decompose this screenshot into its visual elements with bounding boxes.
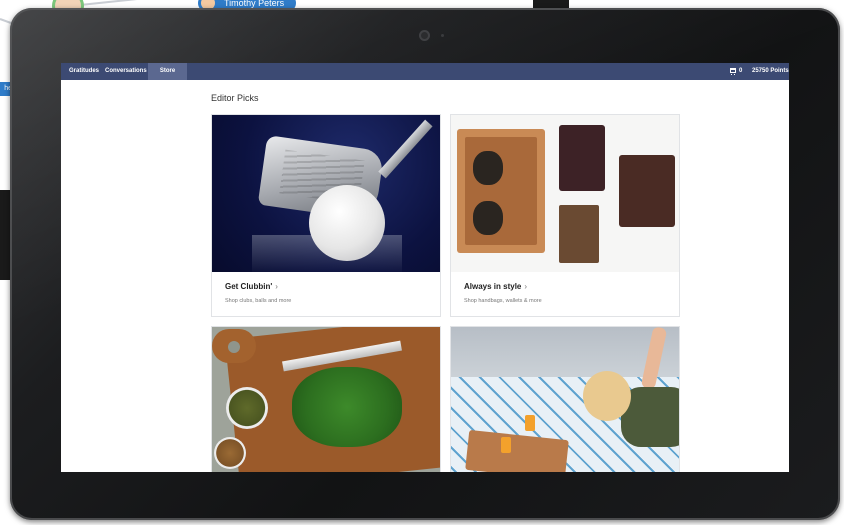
card-subtitle: Shop clubs, balls and more: [225, 298, 292, 304]
golf-club-image[interactable]: [212, 115, 440, 272]
wallets-image[interactable]: [451, 115, 679, 272]
tablet-screen: Gratitudes Conversations Store 0 25750 P…: [61, 63, 789, 472]
chevron-right-icon: ›: [524, 282, 528, 291]
product-card-home[interactable]: [450, 326, 680, 472]
product-card-kitchen[interactable]: [211, 326, 441, 472]
cart-icon[interactable]: [730, 68, 736, 75]
section-title: Editor Picks: [211, 93, 259, 103]
card-title[interactable]: Get Clubbin' ›: [225, 282, 278, 291]
chevron-right-icon: ›: [275, 282, 278, 291]
points-balance: 25750 Points: [752, 68, 789, 74]
card-title-text[interactable]: Always in style: [464, 282, 521, 291]
top-navigation-bar: Gratitudes Conversations Store 0 25750 P…: [61, 63, 789, 80]
herbs-shape: [292, 367, 402, 447]
sunglasses-lens-shape: [473, 151, 503, 185]
background-chip-name: Timothy Peters: [224, 0, 285, 8]
cutting-board-image[interactable]: [212, 327, 440, 472]
camera-icon: [419, 30, 430, 41]
bowl-shape: [226, 387, 268, 429]
golf-ball-shape: [309, 185, 385, 261]
club-shaft-shape: [378, 119, 433, 179]
person-hair-shape: [583, 371, 631, 421]
nav-tab-store[interactable]: Store: [148, 63, 187, 80]
card-title-text[interactable]: Get Clubbin': [225, 282, 272, 291]
product-card-golf[interactable]: Get Clubbin' › Shop clubs, balls and more: [211, 114, 441, 317]
background-connector-line: [79, 0, 200, 6]
wallet-shape: [559, 125, 605, 191]
cart-count[interactable]: 0: [739, 63, 742, 80]
juice-glass-shape: [525, 415, 535, 431]
wallet-shape: [619, 155, 675, 227]
sunglasses-lens-shape: [473, 201, 503, 235]
card-title[interactable]: Always in style ›: [464, 282, 527, 291]
juice-glass-shape: [501, 437, 511, 453]
card-subtitle: Shop handbags, wallets & more: [464, 298, 542, 304]
bowl-shape: [214, 437, 246, 469]
nav-tab-conversations[interactable]: Conversations: [105, 63, 147, 80]
sensor-icon: [441, 34, 444, 37]
product-card-style[interactable]: Always in style › Shop handbags, wallets …: [450, 114, 680, 317]
board-hole-shape: [228, 341, 240, 353]
nav-tab-gratitudes[interactable]: Gratitudes: [69, 63, 99, 80]
breakfast-in-bed-image[interactable]: [451, 327, 679, 472]
wallet-shape: [559, 205, 599, 263]
